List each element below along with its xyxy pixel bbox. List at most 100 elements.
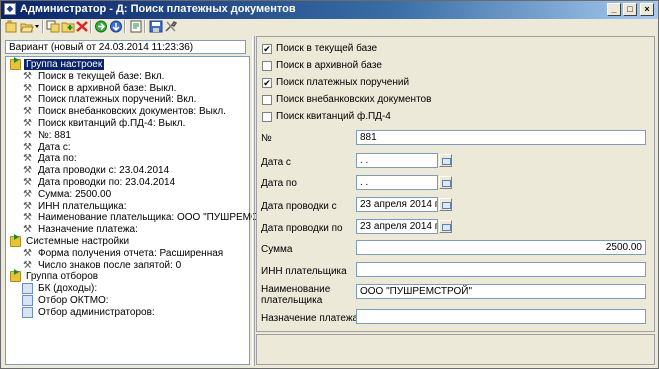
number-label: № (261, 133, 272, 144)
toolbar-separator (90, 20, 92, 33)
move-down-icon[interactable] (109, 20, 123, 33)
wrench-icon: ⚒ (23, 259, 32, 271)
date-from-calendar-icon[interactable] (439, 154, 452, 167)
checkbox-label: Поиск в текущей базе (276, 43, 378, 54)
copy-icon[interactable] (46, 20, 60, 33)
post-date-to-field[interactable]: 23 апреля 2014 г. (356, 219, 438, 234)
post-date-to-label: Дата проводки по (261, 223, 343, 234)
post-date-from-field[interactable]: 23 апреля 2014 г. (356, 197, 438, 212)
new-icon[interactable] (4, 20, 18, 33)
export-icon[interactable] (129, 20, 143, 33)
tree-item-label: Отбор администраторов: (38, 306, 155, 318)
toolbar-separator (124, 20, 126, 33)
tree-item-label: Группа настроек (24, 59, 105, 70)
settings-tree: Группа настроек ⚒ Поиск в текущей базе: Вк… (5, 56, 289, 365)
variant-selector[interactable]: Вариант (новый от 24.03.2014 11:23:36) (5, 40, 246, 54)
wrench-icon: ⚒ (23, 247, 32, 259)
number-field[interactable]: 881 (356, 130, 646, 145)
open-folder-icon[interactable] (20, 20, 34, 33)
tree-item-label: Назначение платежа: (38, 224, 138, 236)
folder-icon (10, 269, 21, 283)
wrench-icon: ⚒ (23, 188, 32, 200)
purpose-label: Назначение платежа (261, 313, 359, 324)
date-from-field[interactable]: . . (356, 153, 438, 168)
tree-item-label: Дата проводки с: 23.04.2014 (38, 165, 170, 177)
wrench-icon: ⚒ (23, 153, 32, 165)
close-button[interactable]: × (640, 3, 654, 16)
wrench-icon: ⚒ (23, 212, 32, 224)
inn-label: ИНН плательщика (261, 266, 347, 277)
delete-icon[interactable] (75, 20, 89, 33)
date-to-field[interactable]: . . (356, 175, 438, 190)
folder-icon (10, 234, 21, 247)
payer-name-field[interactable]: ООО "ПУШРЕМСТРОЙ" (356, 284, 646, 299)
tree-item-label: Поиск внебанковских документов: Выкл. (38, 106, 226, 118)
app-icon: ◆ (4, 3, 16, 15)
tree-item-label: Поиск в архивной базе: Выкл. (38, 82, 177, 94)
wrench-icon: ⚒ (23, 177, 32, 188)
checkbox-label: Поиск внебанковских документов (276, 94, 432, 105)
maximize-button[interactable]: □ (623, 3, 637, 16)
status-panel (256, 334, 655, 365)
tree-item-label: Группа отборов (26, 271, 99, 283)
tree-item-label: БК (доходы): (38, 283, 98, 295)
wrench-icon: ⚒ (23, 129, 32, 141)
checkbox-checked[interactable]: ✔ (262, 44, 272, 54)
wrench-icon: ⚒ (23, 165, 32, 177)
panel-splitter[interactable] (252, 36, 255, 366)
wrench-icon: ⚒ (23, 200, 32, 212)
toolbar (1, 19, 658, 35)
tree-item-label: ИНН плательщика: (38, 200, 127, 212)
checkbox-checked[interactable]: ✔ (262, 78, 272, 88)
tree-item-label: Поиск в текущей базе: Вкл. (38, 70, 165, 82)
amount-field[interactable]: 2500.00 (356, 240, 646, 255)
toolbar-separator (42, 20, 44, 33)
tree-item-label: Поиск платежных поручений: Вкл. (38, 94, 197, 106)
wrench-icon: ⚒ (23, 82, 32, 94)
dropdown-arrow-icon[interactable] (34, 20, 40, 33)
date-from-label: Дата с (261, 157, 291, 168)
tree-item-label: Сумма: 2500.00 (38, 188, 112, 200)
folder-add-icon[interactable] (61, 20, 75, 33)
settings-icon[interactable] (164, 20, 178, 33)
filter-icon (22, 283, 33, 295)
amount-label: Сумма (261, 244, 293, 255)
post-date-from-label: Дата проводки с (261, 201, 337, 212)
checkbox-unchecked[interactable] (262, 61, 272, 71)
checkbox-unchecked[interactable] (262, 95, 272, 105)
wrench-icon: ⚒ (23, 224, 32, 236)
toolbar-separator (144, 20, 146, 33)
date-to-calendar-icon[interactable] (439, 176, 452, 189)
settings-panel: № 881 Дата с . . Дата по . . Дата провод… (256, 36, 655, 332)
filter-icon (22, 306, 33, 318)
wrench-icon: ⚒ (23, 106, 32, 118)
checkbox-unchecked[interactable] (262, 112, 272, 122)
minimize-button[interactable]: _ (607, 3, 621, 16)
checkbox-label: Поиск квитанций ф.ПД-4 (276, 111, 391, 122)
title-bar: ◆ Администратор - Д: Поиск платежных док… (1, 1, 658, 19)
tree-item-label: №: 881 (38, 129, 71, 141)
inn-field[interactable] (356, 262, 646, 277)
post-date-to-calendar-icon[interactable] (439, 220, 452, 233)
wrench-icon: ⚒ (23, 70, 32, 82)
post-date-from-calendar-icon[interactable] (439, 198, 452, 211)
folder-icon (10, 57, 21, 70)
checkbox-label: Поиск в архивной базе (276, 60, 382, 71)
purpose-field[interactable] (356, 309, 646, 324)
tree-item-label: Дата с: (38, 141, 71, 153)
date-to-label: Дата по (261, 178, 297, 189)
payer-name-label-line2: плательщика (261, 295, 323, 306)
checkbox-label: Поиск платежных поручений (276, 77, 410, 88)
tree-item-label: Число знаков после запятой: 0 (38, 259, 182, 271)
window-title: Администратор - Д: Поиск платежных докум… (20, 3, 296, 15)
wrench-icon: ⚒ (23, 118, 32, 129)
refresh-icon[interactable] (94, 20, 108, 33)
tree-item-label: Форма получения отчета: Расширенная (38, 247, 224, 259)
tree-item-label: Поиск квитанций ф.ПД-4: Выкл. (38, 118, 186, 129)
tree-item-label: Дата проводки по: 23.04.2014 (38, 177, 176, 188)
filter-icon (22, 295, 33, 306)
save-icon[interactable] (149, 20, 163, 33)
wrench-icon: ⚒ (23, 141, 32, 153)
main-window: ◆ Администратор - Д: Поиск платежных док… (0, 0, 659, 369)
wrench-icon: ⚒ (23, 94, 32, 106)
